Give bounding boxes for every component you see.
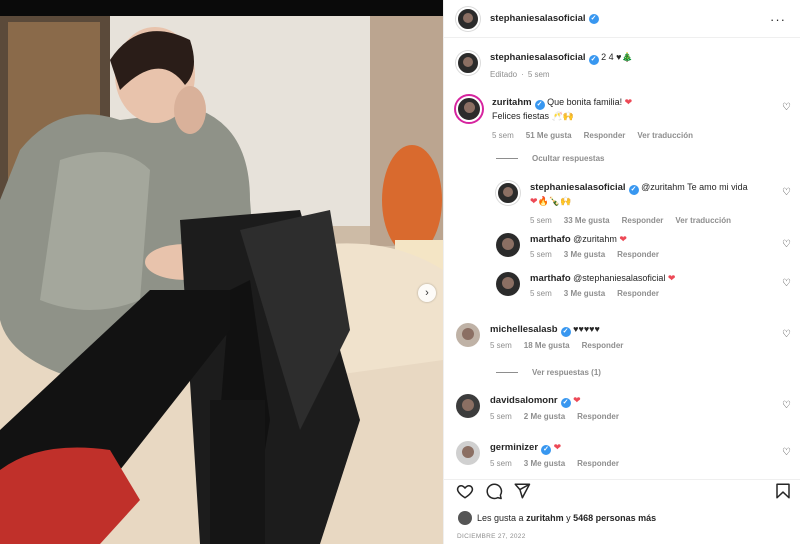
verified-badge-icon: ✓ bbox=[560, 398, 571, 408]
reply-avatar[interactable] bbox=[496, 272, 520, 296]
caption-time: 5 sem bbox=[527, 70, 550, 79]
reply-button[interactable]: Responder bbox=[617, 250, 659, 259]
caption-text: stephaniesalasoficial ✓ 2 4 ♥🎄 bbox=[490, 51, 633, 65]
post-date: DICIEMBRE 27, 2022 bbox=[457, 533, 526, 540]
comment-likes[interactable]: 51 Me gusta bbox=[526, 131, 572, 140]
verified-badge-icon: ✓ bbox=[560, 327, 571, 337]
comment-likes[interactable]: 2 Me gusta bbox=[524, 412, 565, 421]
likes-prefix: Les gusta a bbox=[477, 513, 524, 523]
likes-summary[interactable]: Les gusta a zuritahm y 5468 personas más bbox=[458, 511, 656, 525]
comment-time: 5 sem bbox=[490, 341, 512, 350]
likes-count[interactable]: 5468 personas más bbox=[573, 513, 656, 523]
reply-username[interactable]: marthafo bbox=[530, 273, 571, 284]
reply-text: @zuritahm ❤ bbox=[573, 234, 627, 244]
comment-username[interactable]: zuritahm bbox=[492, 97, 532, 108]
reply-text: @stephaniesalasoficial ❤ bbox=[573, 273, 676, 283]
more-options-icon[interactable]: ··· bbox=[770, 12, 786, 27]
post-header: stephaniesalasoficial ✓ ··· bbox=[444, 0, 800, 38]
comment-time: 5 sem bbox=[490, 459, 512, 468]
photo-illustration bbox=[0, 0, 443, 544]
carousel-next-button[interactable]: › bbox=[418, 284, 436, 302]
reply-avatar[interactable] bbox=[496, 181, 520, 205]
comment-likes[interactable]: 3 Me gusta bbox=[524, 459, 565, 468]
verified-badge-icon: ✓ bbox=[534, 100, 545, 110]
verified-badge-icon: ✓ bbox=[588, 13, 599, 24]
liker-avatar bbox=[458, 511, 472, 525]
like-comment-heart-icon[interactable]: ♡ bbox=[782, 400, 791, 411]
comment-bubble-icon[interactable] bbox=[485, 482, 503, 500]
reply-avatar[interactable] bbox=[496, 233, 520, 257]
post-sidebar: stephaniesalasoficial ✓ ··· stephaniesal… bbox=[443, 0, 800, 544]
reply-time: 5 sem bbox=[530, 250, 552, 259]
translate-button[interactable]: Ver traducción bbox=[675, 216, 731, 225]
reply-button[interactable]: Responder bbox=[617, 289, 659, 298]
translate-button[interactable]: Ver traducción bbox=[637, 131, 693, 140]
instagram-post-view: › stephaniesalasoficial ✓ ··· stephanies… bbox=[0, 0, 800, 544]
view-replies-toggle[interactable]: Ver respuestas (1) bbox=[496, 368, 601, 377]
comment-likes[interactable]: 18 Me gusta bbox=[524, 341, 570, 350]
post-photo[interactable]: › bbox=[0, 0, 443, 544]
likes-user[interactable]: zuritahm bbox=[526, 513, 564, 523]
comment-text: Que bonita familia! ❤ bbox=[547, 97, 633, 107]
comment-text: ❤ bbox=[553, 442, 562, 452]
author-avatar[interactable] bbox=[456, 6, 480, 31]
comment-username[interactable]: michellesalasb bbox=[490, 324, 558, 335]
comment-text: ♥♥♥♥♥ bbox=[573, 324, 600, 334]
comment-item: zuritahm ✓ Que bonita familia! ❤ Felices … bbox=[456, 96, 693, 140]
caption-username[interactable]: stephaniesalasoficial bbox=[490, 52, 586, 63]
comment-avatar[interactable] bbox=[456, 441, 480, 465]
comment-item: michellesalasb ✓ ♥♥♥♥♥ 5 sem 18 Me gusta … bbox=[456, 323, 623, 350]
reply-button[interactable]: Responder bbox=[584, 131, 626, 140]
comment-item: davidsalomonr ✓ ❤ 5 sem 2 Me gusta Respon… bbox=[456, 394, 619, 421]
like-comment-heart-icon[interactable]: ♡ bbox=[782, 239, 791, 250]
verified-badge-icon: ✓ bbox=[541, 445, 552, 455]
reply-button[interactable]: Responder bbox=[622, 216, 664, 225]
like-comment-heart-icon[interactable]: ♡ bbox=[782, 102, 791, 113]
hide-replies-toggle[interactable]: Ocultar respuestas bbox=[496, 154, 604, 163]
reply-username[interactable]: marthafo bbox=[530, 234, 571, 245]
reply-item: marthafo @stephaniesalasoficial ❤ 5 sem … bbox=[496, 272, 675, 298]
reply-time: 5 sem bbox=[530, 289, 552, 298]
reply-likes[interactable]: 33 Me gusta bbox=[564, 216, 610, 225]
reply-time: 5 sem bbox=[530, 216, 552, 225]
comment-username[interactable]: davidsalomonr bbox=[490, 395, 558, 406]
comment-avatar[interactable] bbox=[456, 394, 480, 418]
likes-and: y bbox=[566, 513, 571, 523]
like-comment-heart-icon[interactable]: ♡ bbox=[782, 187, 791, 198]
comment-item: germinizer ✓ ❤ 5 sem 3 Me gusta Responder bbox=[456, 441, 619, 468]
edited-label: Editado bbox=[490, 70, 518, 79]
like-comment-heart-icon[interactable]: ♡ bbox=[782, 329, 791, 340]
comment-username[interactable]: germinizer bbox=[490, 442, 538, 453]
like-comment-heart-icon[interactable]: ♡ bbox=[782, 447, 791, 458]
verified-badge-icon: ✓ bbox=[628, 185, 639, 195]
save-bookmark-icon[interactable] bbox=[774, 482, 792, 500]
caption-body: 2 4 ♥🎄 bbox=[601, 52, 633, 62]
comment-text-line2: Felices fiestas 🥂🙌 bbox=[492, 111, 574, 121]
comment-text: ❤ bbox=[573, 395, 581, 405]
reply-text-line2: ❤🔥🍾🙌 bbox=[530, 196, 572, 206]
reply-likes[interactable]: 3 Me gusta bbox=[564, 289, 605, 298]
reply-item: stephaniesalasoficial ✓ @zuritahm Te amo … bbox=[496, 181, 748, 225]
author-username[interactable]: stephaniesalasoficial bbox=[490, 13, 586, 24]
reply-username[interactable]: stephaniesalasoficial bbox=[530, 182, 626, 193]
reply-text: @zuritahm Te amo mi vida bbox=[641, 182, 748, 192]
reply-button[interactable]: Responder bbox=[577, 412, 619, 421]
caption: stephaniesalasoficial ✓ 2 4 ♥🎄 Editado · 5 … bbox=[456, 51, 633, 79]
comment-time: 5 sem bbox=[490, 412, 512, 421]
like-comment-heart-icon[interactable]: ♡ bbox=[782, 278, 791, 289]
reply-button[interactable]: Responder bbox=[582, 341, 624, 350]
reply-likes[interactable]: 3 Me gusta bbox=[564, 250, 605, 259]
comment-avatar[interactable] bbox=[456, 96, 482, 122]
share-send-icon[interactable] bbox=[513, 482, 531, 500]
comment-time: 5 sem bbox=[492, 131, 514, 140]
caption-avatar[interactable] bbox=[456, 51, 480, 75]
comment-avatar[interactable] bbox=[456, 323, 480, 347]
post-actions-bar bbox=[444, 479, 800, 503]
like-heart-icon[interactable] bbox=[456, 482, 474, 500]
reply-item: marthafo @zuritahm ❤ 5 sem 3 Me gusta Re… bbox=[496, 233, 659, 259]
reply-button[interactable]: Responder bbox=[577, 459, 619, 468]
comments-feed[interactable]: stephaniesalasoficial ✓ 2 4 ♥🎄 Editado · 5 … bbox=[444, 39, 800, 479]
verified-badge-icon: ✓ bbox=[588, 55, 599, 65]
